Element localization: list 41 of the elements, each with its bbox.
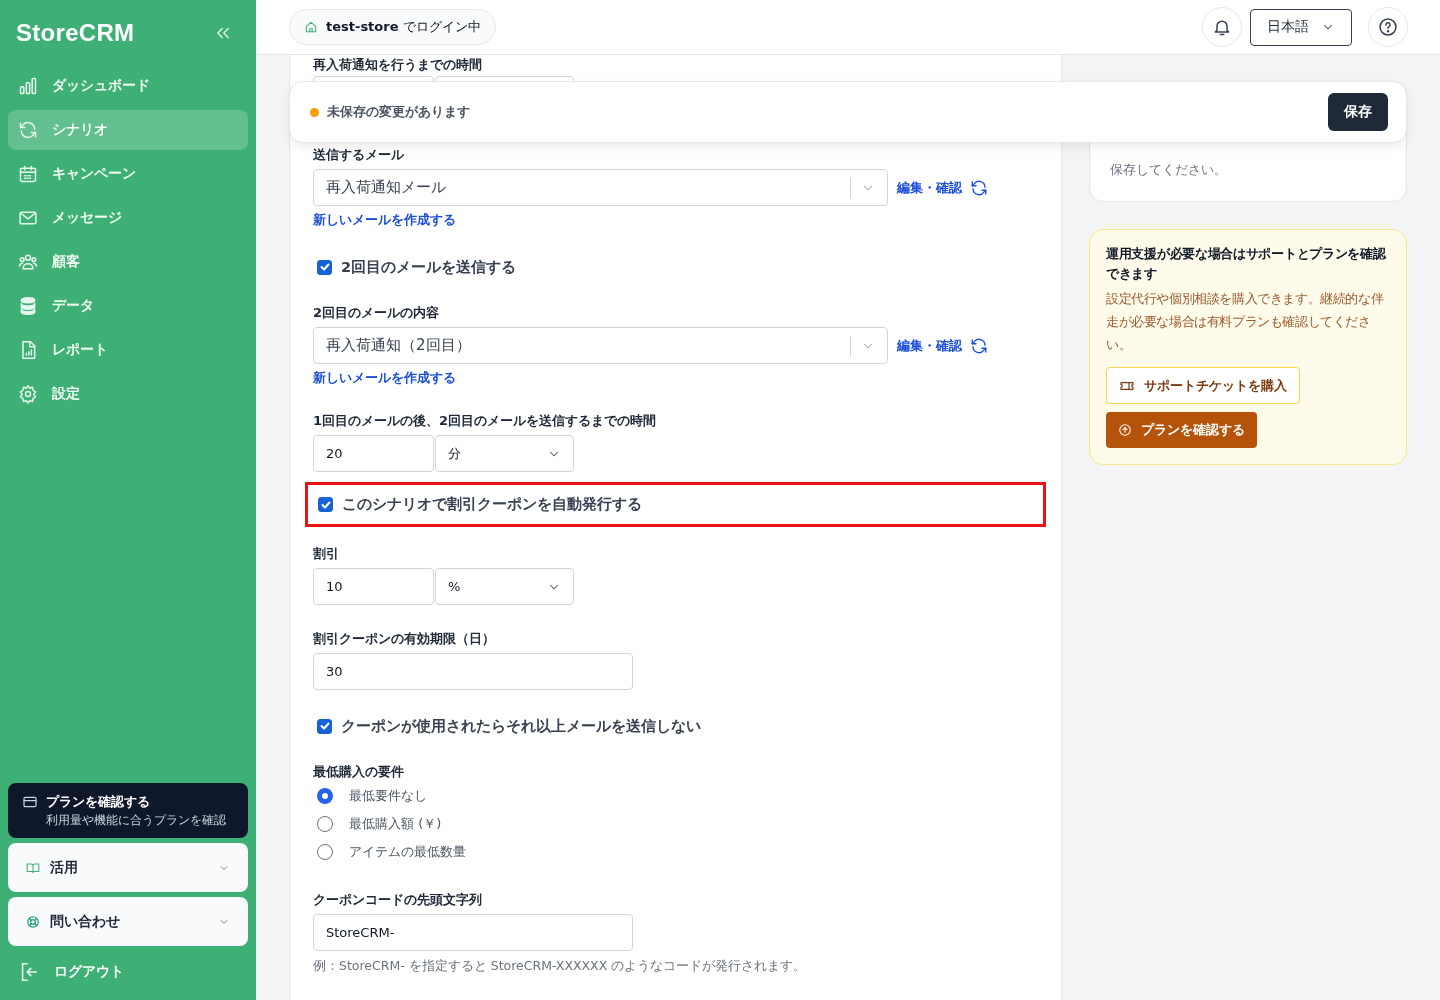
support-text: 設定代行や個別相談を購入できます。継続的な伴走が必要な場合は有料プランも確認してください。	[1106, 290, 1385, 354]
plan-title: プランを確認する	[46, 793, 151, 811]
plan-button[interactable]: プランを確認する	[1106, 412, 1257, 448]
support-title: 運用支援が必要な場合はサポートとプランを確認できます	[1106, 245, 1387, 283]
field-label: 2回目のメールの内容	[313, 304, 441, 322]
field-label: 1回目のメールの後、2回目のメールを送信するまでの時間	[313, 412, 658, 430]
checkbox-label: 2回目のメールを送信する	[341, 257, 517, 277]
plan-subtitle: 利用量や機能に合うプランを確認	[46, 813, 226, 828]
save-button[interactable]: 保存	[1328, 93, 1388, 131]
radio-label: 最低要件なし	[349, 787, 427, 805]
email-select[interactable]: 再入荷通知メール	[313, 169, 888, 206]
edit-link[interactable]: 編集・確認	[897, 177, 962, 198]
language-select[interactable]: 日本語	[1250, 8, 1352, 46]
text-field[interactable]: StoreCRM-	[313, 914, 633, 951]
email-select[interactable]: 再入荷通知（2回目）	[313, 327, 888, 364]
accordion-item[interactable]: 問い合わせ	[8, 897, 248, 946]
radio-label: アイテムの最低数量	[349, 843, 466, 861]
field-label: 送信するメール	[313, 146, 405, 164]
number-field[interactable]: 10	[313, 568, 434, 605]
unit-select[interactable]: 分	[435, 435, 574, 472]
radio-label: 最低購入額 (￥)	[349, 815, 442, 833]
plan-card[interactable]: プランを確認する 利用量や機能に合うプランを確認	[8, 783, 248, 838]
checkbox-label: このシナリオで割引クーポンを自動発行する	[342, 495, 642, 514]
info-text: 保存してください。	[1110, 161, 1228, 179]
create-email-link[interactable]: 新しいメールを作成する	[313, 212, 456, 227]
field-label: 割引クーポンの有効期限（日）	[313, 630, 496, 648]
create-email-link[interactable]: 新しいメールを作成する	[313, 370, 456, 385]
field-label: 再入荷通知を行うまでの時間	[313, 56, 483, 74]
number-field[interactable]: 20	[313, 435, 434, 472]
hint-text: 例：StoreCRM- を指定すると StoreCRM-XXXXXX のようなコードが発行されます。	[313, 957, 808, 975]
field-label: クーポンコードの先頭文字列	[313, 891, 483, 909]
unsaved-message: 未保存の変更があります	[327, 103, 471, 121]
accordion-item[interactable]: 活用	[8, 843, 248, 892]
ticket-button[interactable]: サポートチケットを購入	[1106, 367, 1300, 404]
checkbox-label: クーポンが使用されたらそれ以上メールを送信しない	[341, 716, 701, 736]
unit-select[interactable]: %	[435, 568, 574, 605]
text-field[interactable]: 30	[313, 653, 633, 690]
field-label: 最低購入の要件	[313, 763, 405, 781]
login-status: test-store でログイン中	[326, 18, 481, 36]
field-label: 割引	[313, 545, 340, 563]
edit-link[interactable]: 編集・確認	[897, 335, 962, 356]
